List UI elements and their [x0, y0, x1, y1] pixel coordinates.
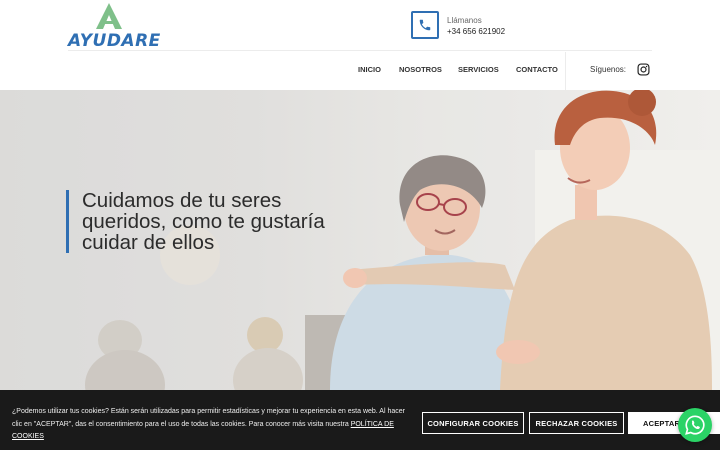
hero-heading: Cuidamos de tu seres queridos, como te g…: [66, 190, 346, 253]
nav-item-inicio[interactable]: INICIO: [358, 65, 381, 74]
cookie-message: ¿Podemos utilizar tus cookies? Están ser…: [12, 406, 412, 444]
nav-divider: [565, 52, 566, 90]
configure-cookies-button[interactable]: CONFIGURAR COOKIES: [422, 412, 524, 434]
reject-cookies-button[interactable]: RECHAZAR COOKIES: [529, 412, 624, 434]
header-divider: [68, 50, 652, 51]
phone-label: Llámanos: [447, 16, 482, 25]
instagram-icon[interactable]: [637, 63, 650, 76]
hero-title: Cuidamos de tu seres queridos, como te g…: [82, 189, 325, 254]
phone-button[interactable]: [411, 11, 439, 39]
nav-item-nosotros[interactable]: NOSOTROS: [399, 65, 442, 74]
nav-item-servicios[interactable]: SERVICIOS: [458, 65, 499, 74]
cookie-text: ¿Podemos utilizar tus cookies? Están ser…: [12, 408, 405, 428]
follow-label: Síguenos:: [590, 65, 627, 74]
cookie-banner: ¿Podemos utilizar tus cookies? Están ser…: [0, 390, 720, 450]
nav-item-contacto[interactable]: CONTACTO: [516, 65, 558, 74]
logo[interactable]: AYUDARE: [68, 2, 160, 51]
site-header: AYUDARE Llámanos +34 656 621902 INICIO N…: [0, 0, 720, 90]
phone-icon: [419, 19, 431, 31]
logo-mark-icon: [96, 3, 122, 29]
hero-banner: Cuidamos de tu seres queridos, como te g…: [0, 90, 720, 390]
page: AYUDARE Llámanos +34 656 621902 INICIO N…: [0, 0, 720, 450]
phone-number[interactable]: +34 656 621902: [447, 27, 505, 36]
whatsapp-icon: [685, 415, 705, 435]
whatsapp-button[interactable]: [678, 408, 712, 442]
logo-text: AYUDARE: [68, 31, 161, 51]
